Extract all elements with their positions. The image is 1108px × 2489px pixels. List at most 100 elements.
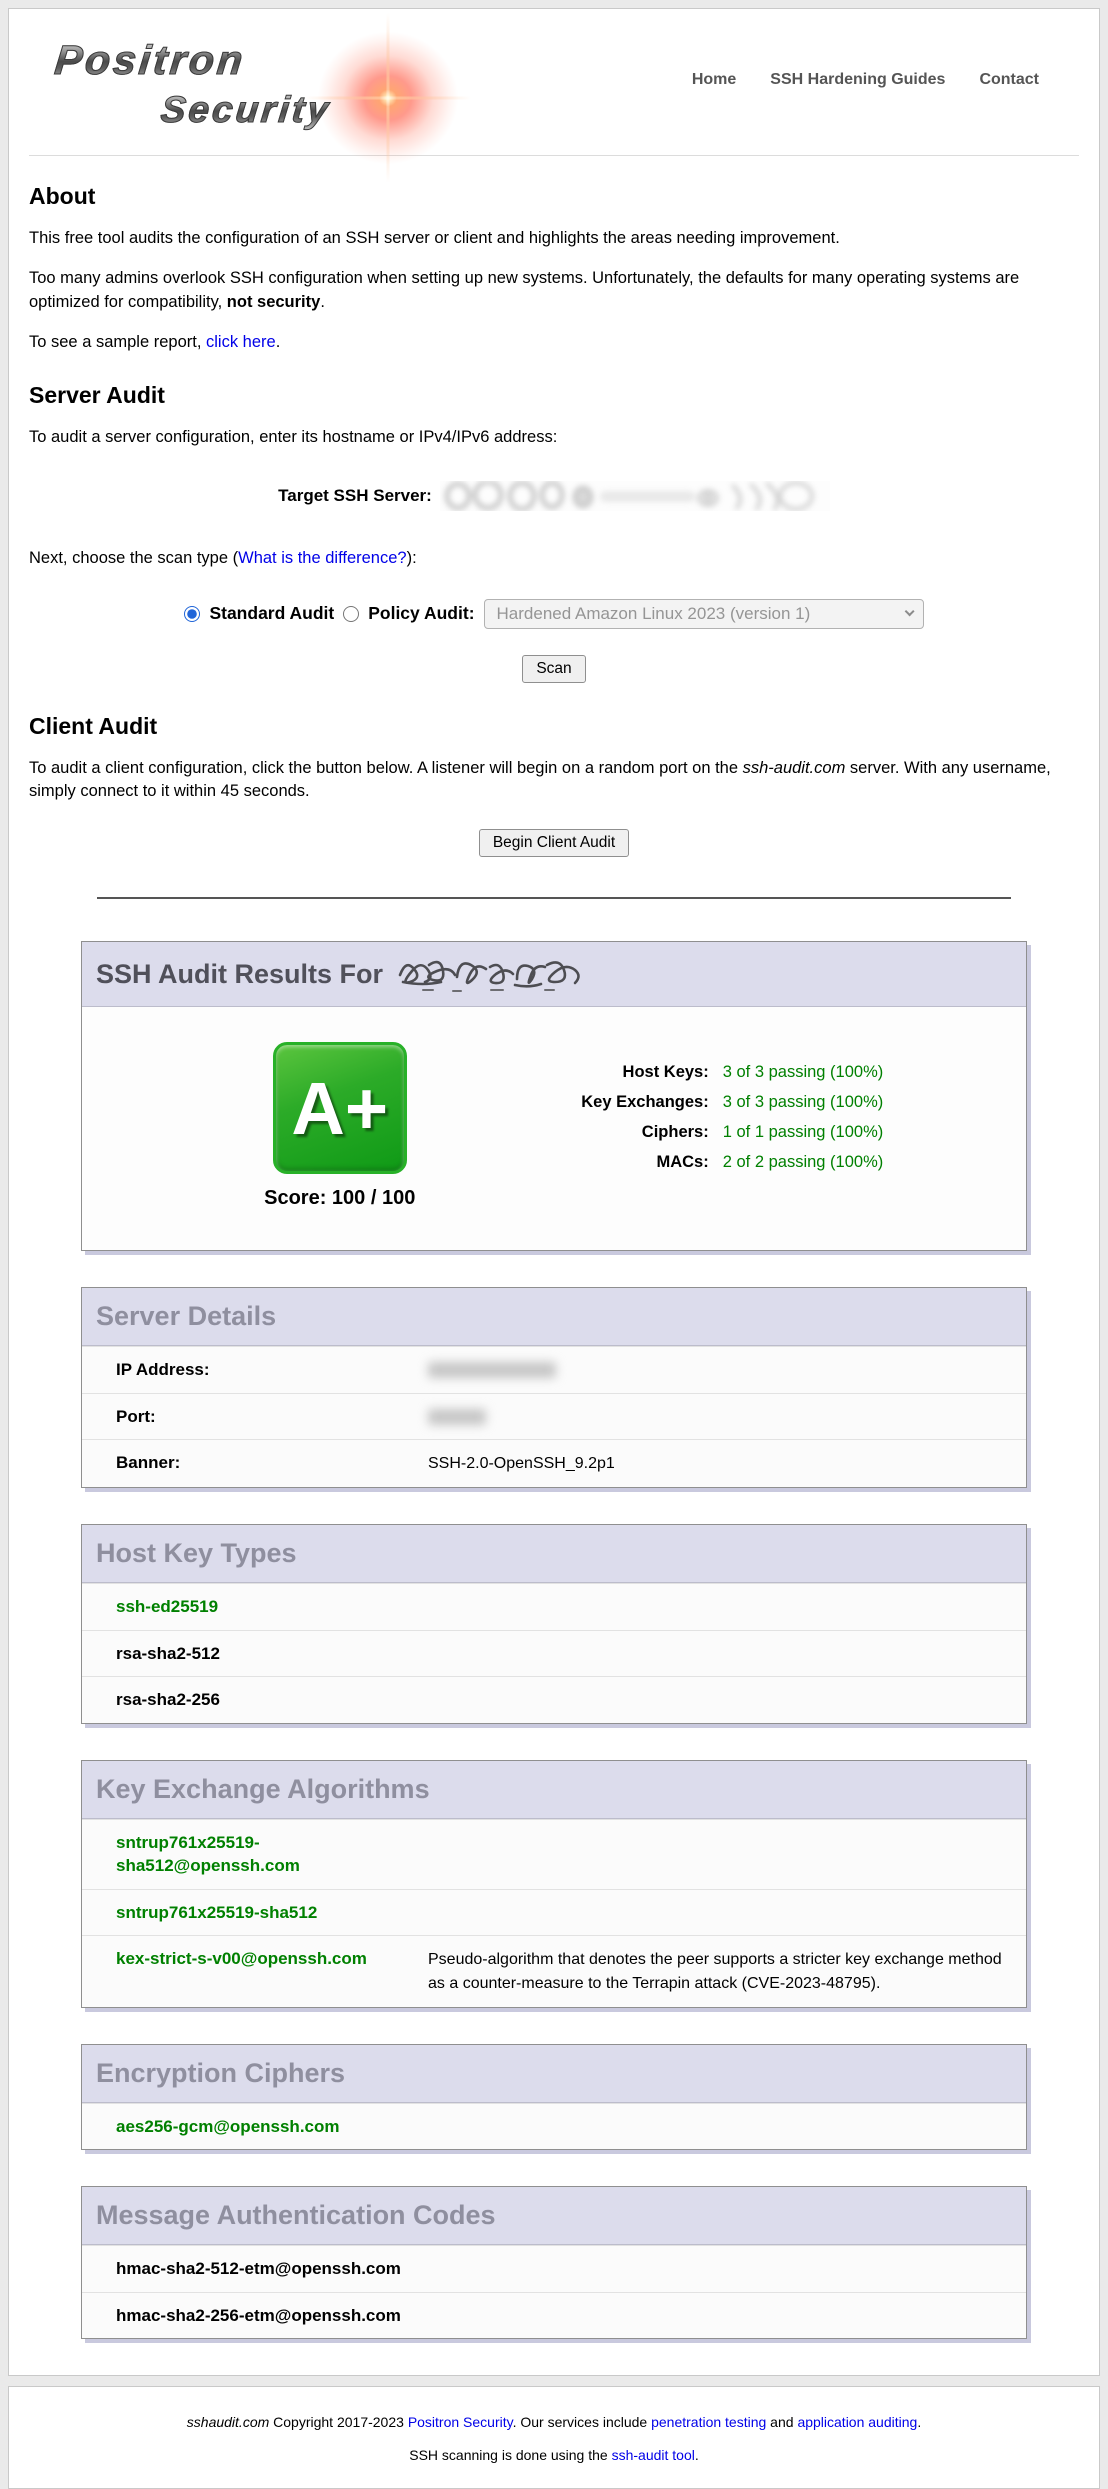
about-paragraph-2: Too many admins overlook SSH configurati… — [29, 267, 1079, 314]
about-paragraph-3: To see a sample report, click here. — [29, 331, 1079, 354]
redacted-ip-value — [428, 1362, 556, 1378]
stat-label: MACs: — [509, 1153, 709, 1172]
ssh-audit-results-panel: SSH Audit Results For — [81, 941, 1027, 1251]
main-nav: Home SSH Hardening Guides Contact — [692, 71, 1039, 89]
banner-row: Banner: SSH-2.0-OpenSSH_9.2p1 — [82, 1439, 1026, 1487]
footer-and-text: and — [766, 2414, 797, 2430]
macs-header: Message Authentication Codes — [82, 2187, 1026, 2245]
nav-ssh-hardening-guides-link[interactable]: SSH Hardening Guides — [770, 71, 945, 89]
about-paragraph-1: This free tool audits the configuration … — [29, 227, 1079, 250]
server-audit-heading: Server Audit — [29, 382, 1079, 409]
redacted-input-content — [440, 481, 830, 511]
footer-period: . — [917, 2414, 921, 2430]
target-ssh-server-input[interactable] — [440, 481, 830, 511]
policy-select-value: Hardened Amazon Linux 2023 (version 1) — [497, 604, 896, 624]
stat-value: 2 of 2 passing (100%) — [723, 1153, 884, 1172]
kex-name: sntrup761x25519-sha512 — [116, 1901, 428, 1924]
encryption-ciphers-panel: Encryption Ciphers aes256-gcm@openssh.co… — [81, 2044, 1027, 2150]
footer-line-2: SSH scanning is done using the ssh-audit… — [29, 2447, 1079, 2463]
ip-address-row: IP Address: — [82, 1346, 1026, 1392]
sample-report-period: . — [276, 333, 281, 351]
macs-panel: Message Authentication Codes hmac-sha2-5… — [81, 2186, 1027, 2339]
mac-name: hmac-sha2-512-etm@openssh.com — [116, 2257, 428, 2280]
stat-label: Key Exchanges: — [509, 1093, 709, 1112]
footer-site-name: sshaudit.com — [187, 2414, 269, 2430]
scan-button[interactable]: Scan — [522, 655, 585, 683]
section-divider — [97, 897, 1011, 899]
grade-letter: A+ — [291, 1066, 388, 1151]
policy-audit-radio[interactable] — [343, 606, 359, 622]
scan-type-colon: ): — [407, 549, 417, 567]
kex-row: sntrup761x25519-sha512@openssh.com — [82, 1819, 1026, 1889]
scan-button-row: Scan — [29, 655, 1079, 683]
stat-row-ciphers: Ciphers: 1 of 1 passing (100%) — [509, 1123, 884, 1142]
main-content: About This free tool audits the configur… — [9, 183, 1099, 2339]
stat-value: 3 of 3 passing (100%) — [723, 1063, 884, 1082]
chevron-down-icon — [904, 606, 914, 616]
host-key-name: rsa-sha2-256 — [116, 1688, 428, 1711]
stat-value: 1 of 1 passing (100%) — [723, 1123, 884, 1142]
ip-address-label: IP Address: — [116, 1358, 428, 1381]
nav-contact-link[interactable]: Contact — [979, 71, 1039, 89]
kex-row: sntrup761x25519-sha512 — [82, 1889, 1026, 1935]
results-title-text: SSH Audit Results For — [96, 959, 383, 990]
grade-area: A+ Score: 100 / 100 Host Keys: 3 of 3 pa… — [82, 1007, 1026, 1250]
client-audit-text-pre: To audit a client configuration, click t… — [29, 759, 743, 777]
banner-label: Banner: — [116, 1451, 428, 1476]
host-key-row: rsa-sha2-512 — [82, 1630, 1026, 1676]
main-content-card: Positron Security Home SSH Hardening Gui… — [8, 8, 1100, 2376]
sample-report-text: To see a sample report, — [29, 333, 206, 351]
begin-client-audit-button[interactable]: Begin Client Audit — [479, 829, 629, 857]
stat-row-host-keys: Host Keys: 3 of 3 passing (100%) — [509, 1063, 884, 1082]
positron-security-logo[interactable]: Positron Security — [43, 37, 513, 157]
site-footer: sshaudit.com Copyright 2017-2023 Positro… — [8, 2386, 1100, 2489]
begin-client-audit-row: Begin Client Audit — [29, 829, 1079, 857]
footer-positron-link[interactable]: Positron Security — [408, 2414, 513, 2430]
redacted-hostname-scribble — [395, 955, 595, 993]
host-key-types-header: Host Key Types — [82, 1525, 1026, 1583]
stat-row-key-exchanges: Key Exchanges: 3 of 3 passing (100%) — [509, 1093, 884, 1112]
logo-text-line1: Positron — [53, 37, 248, 84]
cipher-row: aes256-gcm@openssh.com — [82, 2103, 1026, 2149]
sample-report-link[interactable]: click here — [206, 333, 276, 351]
key-exchange-panel: Key Exchange Algorithms sntrup761x25519-… — [81, 1760, 1027, 2008]
host-key-name: ssh-ed25519 — [116, 1595, 428, 1618]
footer-line-1: sshaudit.com Copyright 2017-2023 Positro… — [29, 2414, 1079, 2430]
mac-row: hmac-sha2-256-etm@openssh.com — [82, 2292, 1026, 2338]
encryption-ciphers-header: Encryption Ciphers — [82, 2045, 1026, 2103]
mac-row: hmac-sha2-512-etm@openssh.com — [82, 2245, 1026, 2291]
server-audit-intro: To audit a server configuration, enter i… — [29, 426, 1079, 449]
host-key-row: ssh-ed25519 — [82, 1583, 1026, 1629]
footer-pentest-link[interactable]: penetration testing — [651, 2414, 766, 2430]
host-key-name: rsa-sha2-512 — [116, 1642, 428, 1665]
about-heading: About — [29, 183, 1079, 210]
results-panel-header: SSH Audit Results For — [82, 942, 1026, 1007]
about-p2-bold-text: not security — [227, 293, 321, 311]
scan-type-difference-link[interactable]: What is the difference? — [238, 549, 406, 567]
site-header: Positron Security Home SSH Hardening Gui… — [29, 9, 1079, 156]
banner-value: SSH-2.0-OpenSSH_9.2p1 — [428, 1451, 1006, 1476]
host-key-row: rsa-sha2-256 — [82, 1676, 1026, 1722]
port-label: Port: — [116, 1405, 428, 1428]
standard-audit-label[interactable]: Standard Audit — [209, 603, 334, 624]
score-text: Score: 100 / 100 — [225, 1187, 455, 1210]
mac-name: hmac-sha2-256-etm@openssh.com — [116, 2304, 428, 2327]
stat-label: Host Keys: — [509, 1063, 709, 1082]
host-key-types-panel: Host Key Types ssh-ed25519 rsa-sha2-512 … — [81, 1524, 1027, 1723]
policy-audit-label[interactable]: Policy Audit: — [368, 603, 474, 624]
redacted-port-value — [428, 1409, 486, 1425]
nav-home-link[interactable]: Home — [692, 71, 736, 89]
scan-type-options-row: Standard Audit Policy Audit: Hardened Am… — [29, 599, 1079, 629]
footer-app-audit-link[interactable]: application auditing — [797, 2414, 917, 2430]
cipher-name: aes256-gcm@openssh.com — [116, 2115, 428, 2138]
scan-type-text: Next, choose the scan type ( — [29, 549, 238, 567]
about-p2-text: Too many admins overlook SSH configurati… — [29, 269, 1019, 310]
policy-select[interactable]: Hardened Amazon Linux 2023 (version 1) — [484, 599, 924, 629]
kex-name: sntrup761x25519-sha512@openssh.com — [116, 1831, 428, 1878]
footer-ssh-audit-tool-link[interactable]: ssh-audit tool — [612, 2447, 695, 2463]
footer-line2-period: . — [695, 2447, 699, 2463]
standard-audit-radio[interactable] — [184, 606, 200, 622]
server-details-panel: Server Details IP Address: Port: Banner:… — [81, 1287, 1027, 1488]
logo-text-line2: Security — [159, 89, 333, 131]
footer-copyright-text: Copyright 2017-2023 — [269, 2414, 408, 2430]
